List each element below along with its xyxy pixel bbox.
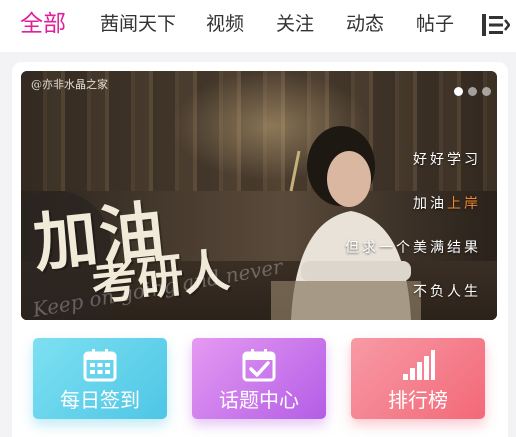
slogan-line-1: 好好学习 <box>413 152 481 168</box>
carousel-pager <box>449 83 491 96</box>
topic-center-button[interactable]: 话题中心 <box>192 338 326 419</box>
pager-dot[interactable] <box>482 87 491 96</box>
pager-dot[interactable] <box>468 87 477 96</box>
leaderboard-button[interactable]: 排行榜 <box>351 338 485 419</box>
calendar-check-icon <box>242 349 276 382</box>
slogan-line-3: 但求一个美满结果 <box>345 240 481 256</box>
topic-center-label: 话题中心 <box>219 390 299 412</box>
tab-all[interactable]: 全部 <box>20 9 66 37</box>
tab-follow[interactable]: 关注 <box>276 11 314 39</box>
daily-checkin-button[interactable]: 每日签到 <box>33 338 167 419</box>
top-tab-bar: 全部 茜闻天下 视频 关注 动态 帖子 <box>0 0 516 52</box>
banner-watermark: @亦非水晶之家 <box>31 78 108 91</box>
studying-woman-image <box>271 126 421 320</box>
slogan-line-4: 不负人生 <box>413 284 481 300</box>
tab-moments[interactable]: 动态 <box>346 11 384 39</box>
banner-carousel[interactable]: @亦非水晶之家 加油 考研人 Keep on going and never 好… <box>21 71 497 320</box>
tab-posts[interactable]: 帖子 <box>416 11 454 39</box>
leaderboard-label: 排行榜 <box>388 390 448 412</box>
hamburger-menu-icon[interactable] <box>480 12 510 38</box>
pager-dot-active[interactable] <box>454 87 463 96</box>
slogan-line-2-prefix: 加油 <box>413 196 447 212</box>
signal-bars-icon <box>403 350 435 380</box>
slogan-line-2: 加油上岸 <box>413 193 481 213</box>
tab-news[interactable]: 茜闻天下 <box>100 11 176 39</box>
calendar-grid-icon <box>83 349 117 382</box>
tab-video[interactable]: 视频 <box>206 11 244 39</box>
slogan-highlight: 上岸 <box>447 196 481 212</box>
daily-checkin-label: 每日签到 <box>60 390 140 412</box>
